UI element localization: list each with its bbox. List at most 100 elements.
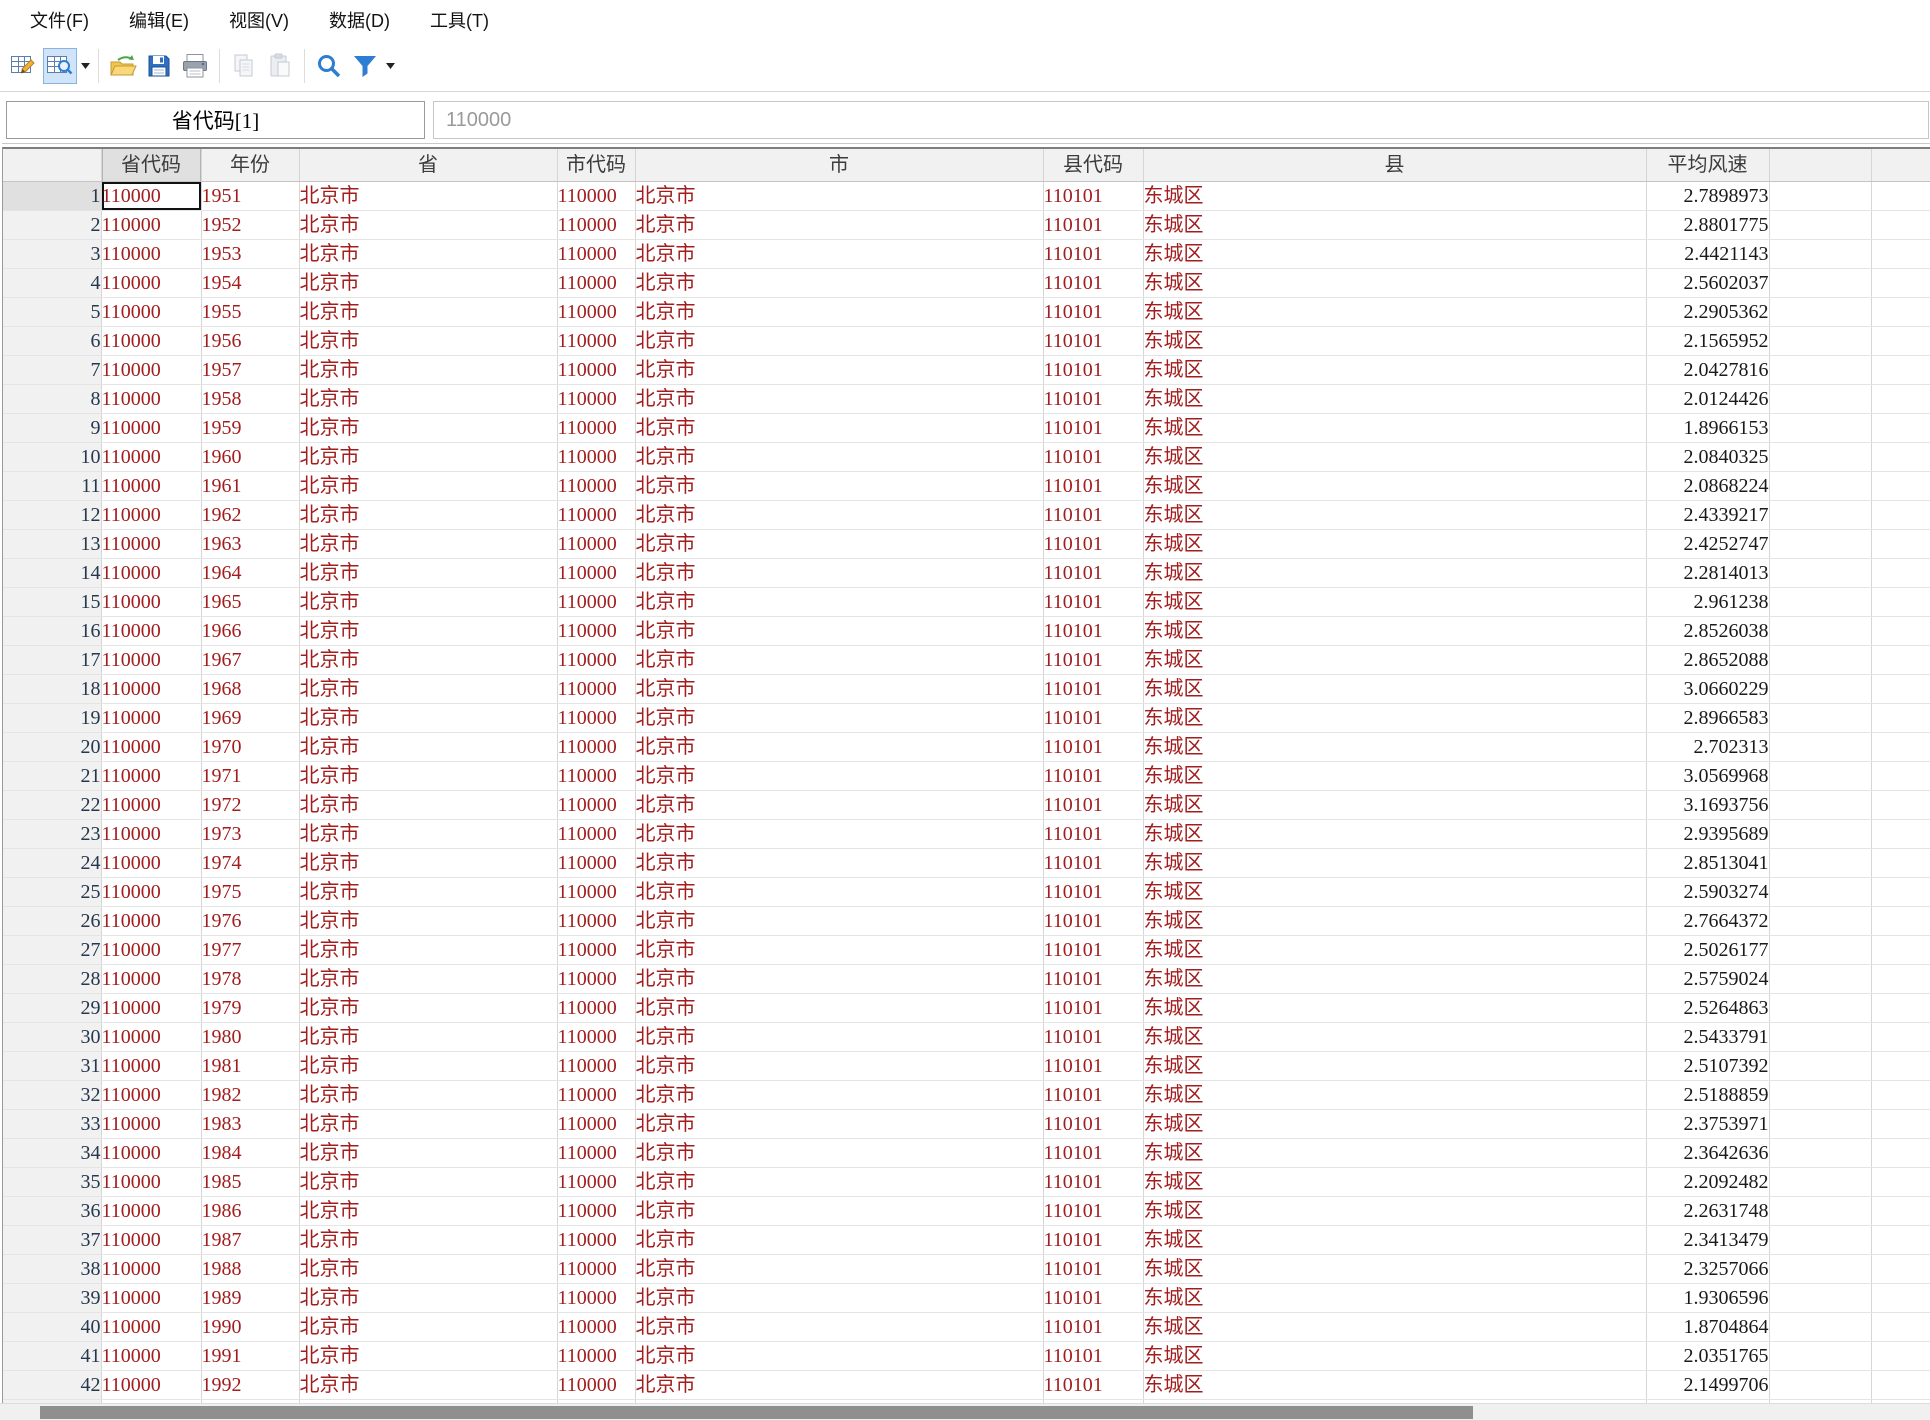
cell-year[interactable]: 1971: [201, 762, 299, 791]
row-number[interactable]: 28: [3, 965, 101, 994]
cell-city-code[interactable]: 110000: [557, 1342, 635, 1371]
cell-year[interactable]: 1956: [201, 327, 299, 356]
cell-province[interactable]: 北京市: [299, 762, 557, 791]
cell-year[interactable]: 1973: [201, 820, 299, 849]
row-number[interactable]: 11: [3, 472, 101, 501]
cell-province[interactable]: 北京市: [299, 414, 557, 443]
menu-file[interactable]: 文件(F): [16, 3, 103, 37]
row-number[interactable]: 4: [3, 269, 101, 298]
cell-avg-wind-speed[interactable]: 2.8652088: [1646, 646, 1769, 675]
cell-year[interactable]: 1960: [201, 443, 299, 472]
cell-city-code[interactable]: 110000: [557, 965, 635, 994]
filter-caret-icon[interactable]: [383, 48, 397, 84]
row-number[interactable]: 23: [3, 820, 101, 849]
cell-year[interactable]: 1970: [201, 733, 299, 762]
browse-mode-button[interactable]: [43, 48, 77, 84]
cell-avg-wind-speed[interactable]: 2.5903274: [1646, 878, 1769, 907]
cell-county[interactable]: 东城区: [1143, 1255, 1646, 1284]
cell-province[interactable]: 北京市: [299, 269, 557, 298]
filter-button[interactable]: [348, 48, 382, 84]
cell-avg-wind-speed[interactable]: 2.7898973: [1646, 182, 1769, 211]
cell-city-code[interactable]: 110000: [557, 298, 635, 327]
cell-province[interactable]: 北京市: [299, 472, 557, 501]
cell-city-code[interactable]: 110000: [557, 559, 635, 588]
cell-county[interactable]: 东城区: [1143, 1052, 1646, 1081]
cell-city[interactable]: 北京市: [635, 1197, 1043, 1226]
cell-city-code[interactable]: 110000: [557, 1371, 635, 1400]
cell-city-code[interactable]: 110000: [557, 907, 635, 936]
row-number[interactable]: 1: [3, 182, 101, 211]
cell-county-code[interactable]: 110101: [1043, 385, 1143, 414]
cell-city[interactable]: 北京市: [635, 182, 1043, 211]
cell-province[interactable]: 北京市: [299, 588, 557, 617]
cell-avg-wind-speed[interactable]: 2.7664372: [1646, 907, 1769, 936]
cell-county[interactable]: 东城区: [1143, 704, 1646, 733]
cell-city-code[interactable]: 110000: [557, 1110, 635, 1139]
cell-year[interactable]: 1968: [201, 675, 299, 704]
row-number[interactable]: 12: [3, 501, 101, 530]
cell-county[interactable]: 东城区: [1143, 1139, 1646, 1168]
cell-city[interactable]: 北京市: [635, 704, 1043, 733]
cell-county-code[interactable]: 110101: [1043, 559, 1143, 588]
cell-year[interactable]: 1954: [201, 269, 299, 298]
cell-city[interactable]: 北京市: [635, 675, 1043, 704]
cell-avg-wind-speed[interactable]: 2.0868224: [1646, 472, 1769, 501]
cell-year[interactable]: 1965: [201, 588, 299, 617]
row-number[interactable]: 24: [3, 849, 101, 878]
cell-county-code[interactable]: 110101: [1043, 849, 1143, 878]
column-header-avg-wind-speed[interactable]: 平均风速: [1646, 149, 1769, 182]
cell-province[interactable]: 北京市: [299, 559, 557, 588]
cell-value-input[interactable]: 110000: [433, 101, 1929, 139]
cell-county-code[interactable]: 110101: [1043, 182, 1143, 211]
cell-county[interactable]: 东城区: [1143, 211, 1646, 240]
cell-province-code[interactable]: 110000: [101, 965, 201, 994]
cell-year[interactable]: 1962: [201, 501, 299, 530]
cell-avg-wind-speed[interactable]: 2.0124426: [1646, 385, 1769, 414]
cell-city-code[interactable]: 110000: [557, 1197, 635, 1226]
menu-tools[interactable]: 工具(T): [416, 3, 503, 37]
cell-city[interactable]: 北京市: [635, 559, 1043, 588]
cell-year[interactable]: 1986: [201, 1197, 299, 1226]
cell-province-code[interactable]: 110000: [101, 646, 201, 675]
cell-year[interactable]: 1988: [201, 1255, 299, 1284]
cell-county[interactable]: 东城区: [1143, 298, 1646, 327]
cell-avg-wind-speed[interactable]: 2.5759024: [1646, 965, 1769, 994]
cell-county[interactable]: 东城区: [1143, 994, 1646, 1023]
cell-city-code[interactable]: 110000: [557, 1313, 635, 1342]
cell-city[interactable]: 北京市: [635, 1226, 1043, 1255]
cell-province[interactable]: 北京市: [299, 733, 557, 762]
cell-city[interactable]: 北京市: [635, 646, 1043, 675]
column-header-city[interactable]: 市: [635, 149, 1043, 182]
cell-province-code[interactable]: 110000: [101, 704, 201, 733]
cell-province[interactable]: 北京市: [299, 965, 557, 994]
cell-county-code[interactable]: 110101: [1043, 1226, 1143, 1255]
cell-county[interactable]: 东城区: [1143, 414, 1646, 443]
cell-county-code[interactable]: 110101: [1043, 1052, 1143, 1081]
row-number[interactable]: 16: [3, 617, 101, 646]
cell-province[interactable]: 北京市: [299, 1023, 557, 1052]
cell-avg-wind-speed[interactable]: 2.5188859: [1646, 1081, 1769, 1110]
cell-province-code[interactable]: 110000: [101, 530, 201, 559]
grid-corner-cell[interactable]: [3, 149, 101, 182]
cell-province[interactable]: 北京市: [299, 501, 557, 530]
cell-province[interactable]: 北京市: [299, 820, 557, 849]
row-number[interactable]: 25: [3, 878, 101, 907]
cell-city[interactable]: 北京市: [635, 327, 1043, 356]
cell-city[interactable]: 北京市: [635, 588, 1043, 617]
cell-province-code[interactable]: 110000: [101, 1052, 201, 1081]
cell-county-code[interactable]: 110101: [1043, 646, 1143, 675]
edit-mode-button[interactable]: [7, 48, 41, 84]
row-number[interactable]: 22: [3, 791, 101, 820]
cell-avg-wind-speed[interactable]: 2.5433791: [1646, 1023, 1769, 1052]
cell-county[interactable]: 东城区: [1143, 1284, 1646, 1313]
cell-province-code[interactable]: 110000: [101, 733, 201, 762]
cell-province[interactable]: 北京市: [299, 211, 557, 240]
cell-county-code[interactable]: 110101: [1043, 994, 1143, 1023]
cell-city[interactable]: 北京市: [635, 1023, 1043, 1052]
cell-province-code[interactable]: 110000: [101, 385, 201, 414]
cell-year[interactable]: 1978: [201, 965, 299, 994]
cell-city[interactable]: 北京市: [635, 907, 1043, 936]
cell-year[interactable]: 1981: [201, 1052, 299, 1081]
cell-province[interactable]: 北京市: [299, 530, 557, 559]
cell-avg-wind-speed[interactable]: 2.9395689: [1646, 820, 1769, 849]
